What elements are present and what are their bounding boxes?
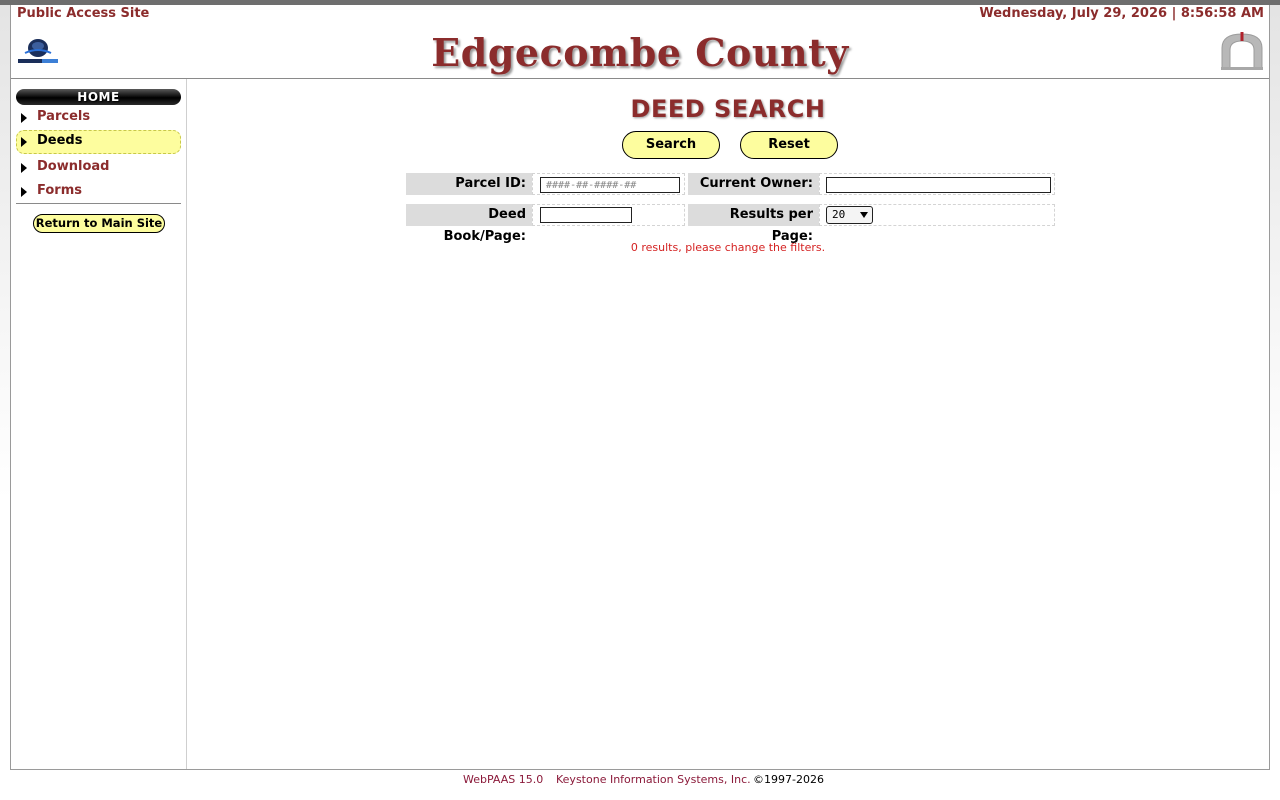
sidebar-item-label: Forms bbox=[37, 183, 82, 198]
sidebar-item-label: Parcels bbox=[37, 109, 91, 124]
sidebar-item-parcels[interactable]: Parcels bbox=[16, 106, 181, 130]
current-owner-cell bbox=[819, 173, 1055, 195]
home-button[interactable]: HOME bbox=[16, 89, 181, 105]
deed-book-page-label: Deed Book/Page: bbox=[406, 204, 532, 244]
current-owner-input[interactable] bbox=[826, 177, 1051, 193]
caret-right-icon bbox=[21, 187, 27, 197]
sidebar-item-forms[interactable]: Forms bbox=[16, 180, 181, 204]
current-owner-label: Current Owner: bbox=[688, 173, 819, 195]
results-per-page-value: 20 bbox=[832, 208, 846, 221]
footer: WebPAAS 15.0 Keystone Information System… bbox=[0, 773, 1280, 787]
county-title: Edgecombe County bbox=[431, 30, 849, 75]
sidebar-item-label: Deeds bbox=[37, 133, 83, 148]
main-content: DEED SEARCH Search Reset Parcel ID: Curr… bbox=[187, 79, 1269, 769]
footer-copyright: ©1997-2026 bbox=[753, 773, 824, 786]
results-message: 0 results, please change the filters. bbox=[630, 241, 826, 254]
results-per-page-label: Results per Page: bbox=[688, 204, 819, 244]
caret-right-icon bbox=[21, 137, 27, 147]
parcel-id-cell bbox=[532, 173, 685, 195]
return-to-main-site-button[interactable]: Return to Main Site bbox=[33, 214, 165, 233]
sidebar-item-label: Download bbox=[37, 159, 110, 174]
chevron-down-icon bbox=[860, 212, 868, 218]
footer-version: WebPAAS 15.0 bbox=[463, 773, 544, 786]
sidebar-nav: HOME Parcels Deeds Download Forms Return… bbox=[11, 79, 187, 769]
app-frame: Public Access Site Wednesday, July 29, 2… bbox=[10, 5, 1270, 770]
caret-right-icon bbox=[21, 163, 27, 173]
parcel-id-label: Parcel ID: bbox=[406, 173, 532, 195]
deed-book-page-input[interactable] bbox=[540, 207, 632, 223]
sidebar-divider bbox=[16, 203, 181, 204]
site-label: Public Access Site bbox=[17, 6, 150, 21]
search-button[interactable]: Search bbox=[622, 131, 720, 159]
footer-company: Keystone Information Systems, Inc. bbox=[556, 773, 751, 786]
sidebar-item-deeds[interactable]: Deeds bbox=[16, 130, 181, 154]
arch-logo bbox=[1221, 32, 1263, 70]
results-per-page-select[interactable]: 20 bbox=[826, 206, 873, 224]
parcel-id-input[interactable] bbox=[540, 177, 680, 193]
page-title: DEED SEARCH bbox=[630, 95, 826, 123]
results-per-page-cell: 20 bbox=[819, 204, 1055, 226]
reset-button[interactable]: Reset bbox=[740, 131, 838, 159]
sidebar-item-download[interactable]: Download bbox=[16, 156, 181, 180]
caret-right-icon bbox=[21, 113, 27, 123]
current-datetime: Wednesday, July 29, 2026 | 8:56:58 AM bbox=[979, 6, 1264, 21]
deed-book-page-cell bbox=[532, 204, 685, 226]
